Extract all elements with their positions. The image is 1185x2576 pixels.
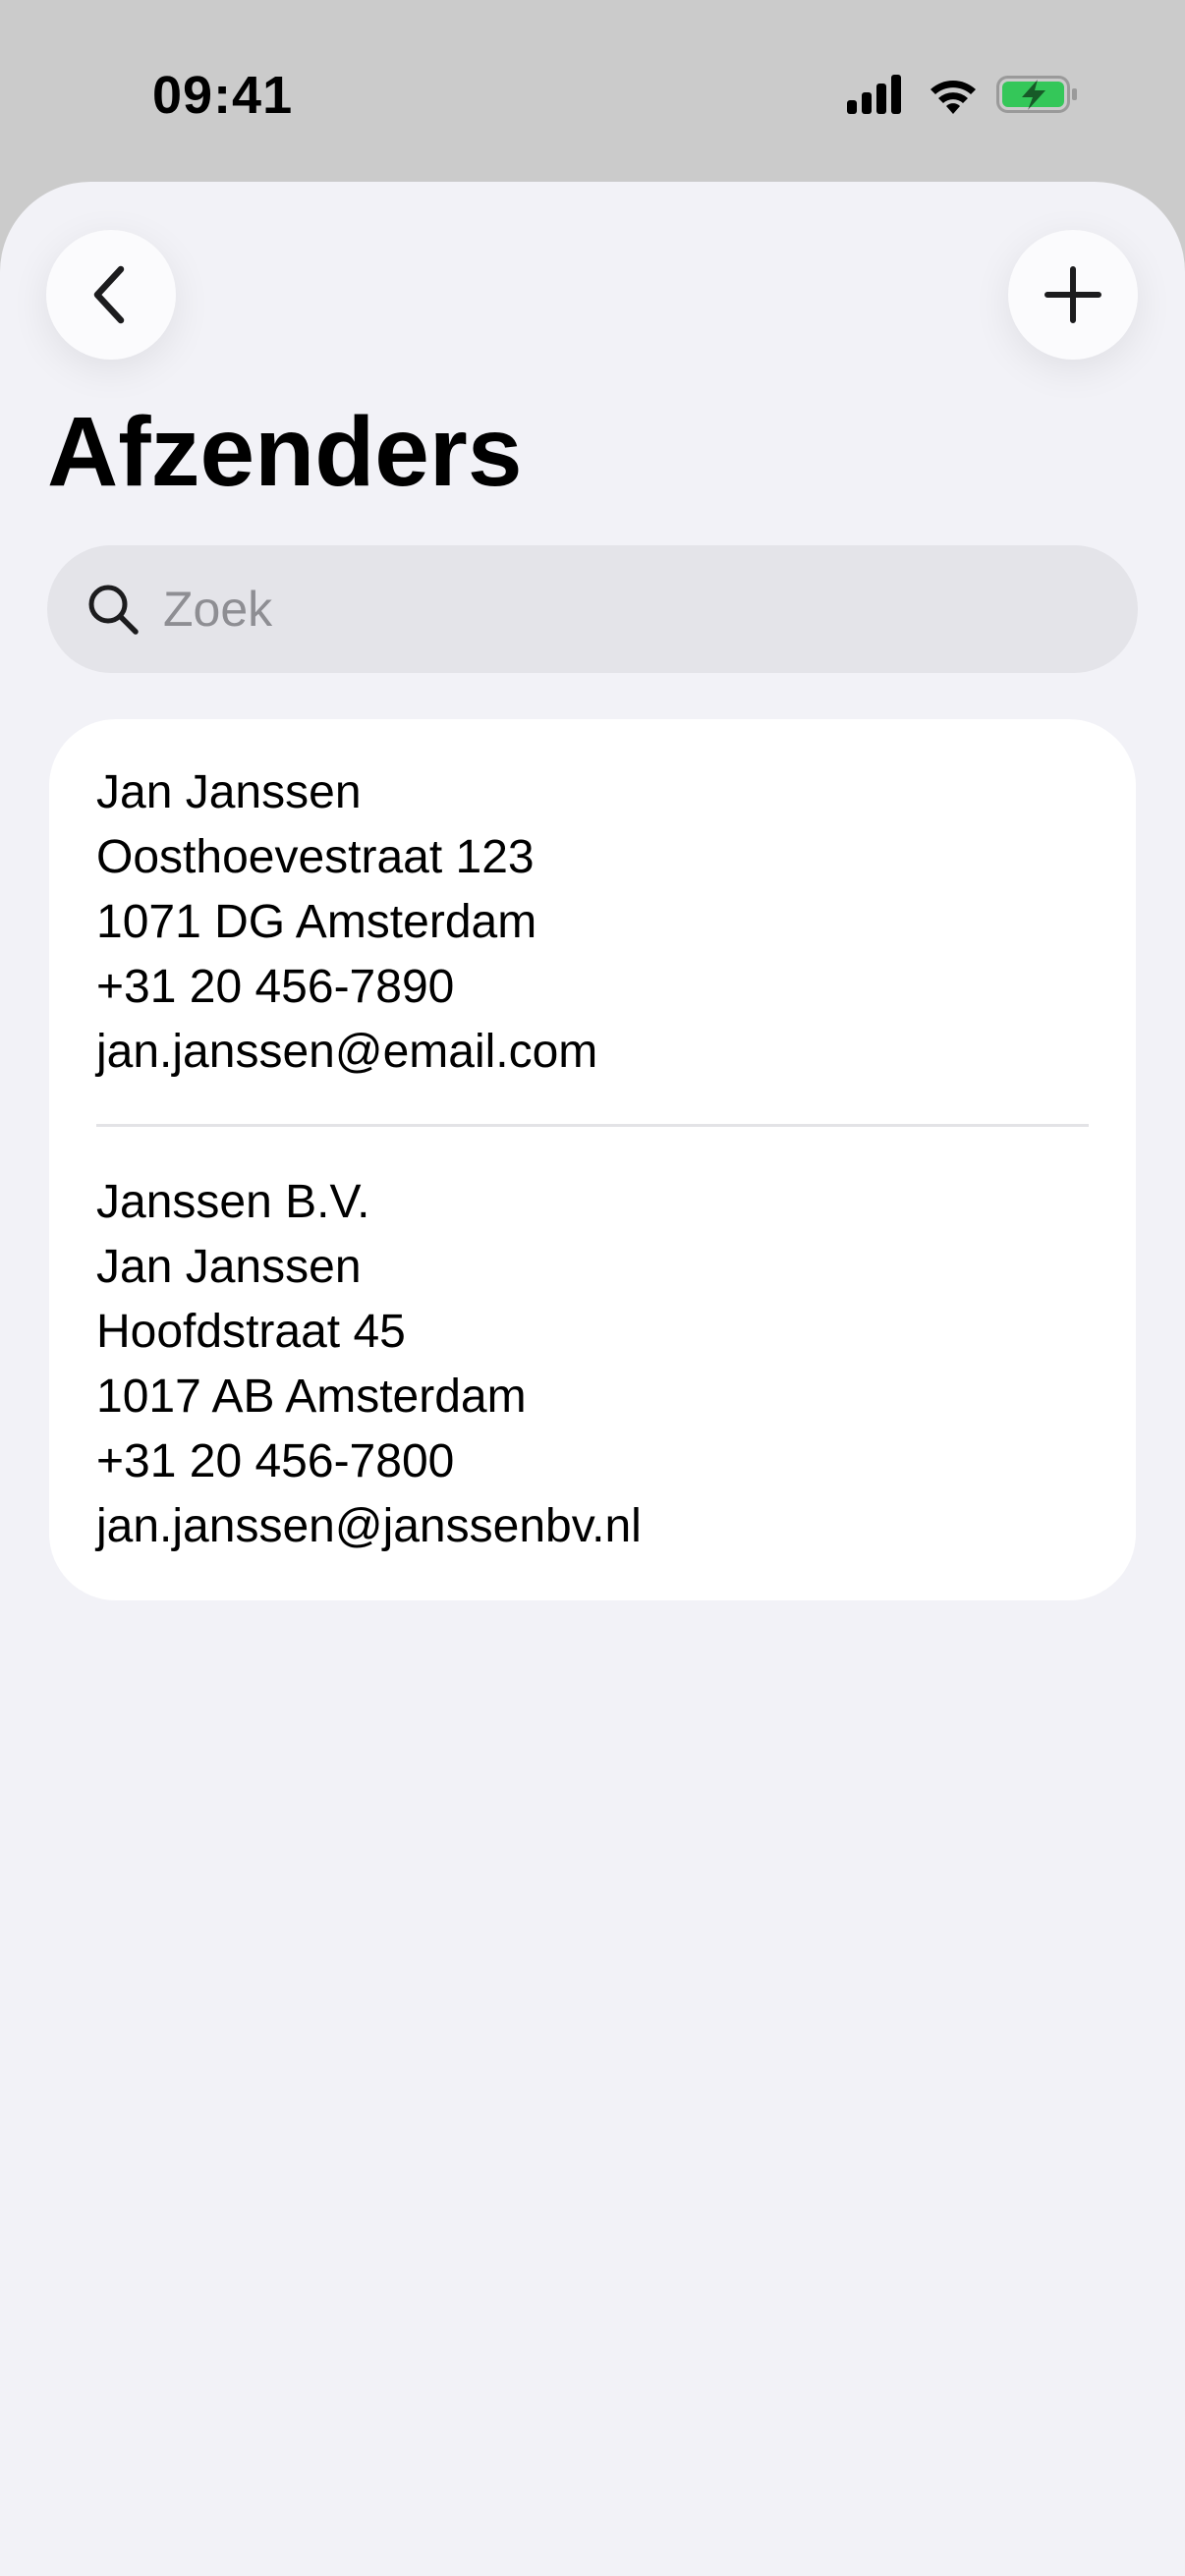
status-bar: 09:41 <box>0 0 1185 187</box>
add-button[interactable] <box>1008 230 1138 360</box>
cellular-signal-icon <box>847 75 901 114</box>
senders-list: Jan Janssen Oosthoevestraat 123 1071 DG … <box>49 719 1136 1600</box>
search-icon <box>88 585 139 635</box>
search-input[interactable] <box>163 545 1106 673</box>
sender-email: jan.janssen@janssenbv.nl <box>96 1500 642 1552</box>
list-item[interactable]: Janssen B.V. Jan Janssen Hoofdstraat 45 … <box>49 1127 1136 1600</box>
sender-phone: +31 20 456-7890 <box>96 961 455 1013</box>
sender-email: jan.janssen@email.com <box>96 1026 598 1078</box>
sender-street: Oosthoevestraat 123 <box>96 831 535 883</box>
plus-icon <box>1044 266 1101 323</box>
sender-phone: +31 20 456-7800 <box>96 1435 455 1487</box>
sheet: Afzenders Jan Janssen Oosthoevestraat 12… <box>0 182 1185 2576</box>
sender-street: Hoofdstraat 45 <box>96 1306 406 1358</box>
sender-city: 1017 AB Amsterdam <box>96 1371 527 1423</box>
back-button[interactable] <box>46 230 176 360</box>
list-item[interactable]: Jan Janssen Oosthoevestraat 123 1071 DG … <box>49 719 1136 1124</box>
search-bar[interactable] <box>47 545 1138 673</box>
sender-name: Jan Janssen <box>96 1241 362 1293</box>
chevron-left-icon <box>93 265 125 324</box>
battery-charging-icon <box>996 76 1077 113</box>
sender-city: 1071 DG Amsterdam <box>96 896 537 948</box>
status-time: 09:41 <box>152 66 294 125</box>
sender-company: Janssen B.V. <box>96 1176 370 1228</box>
sender-name: Jan Janssen <box>96 766 362 818</box>
status-icons <box>847 75 1077 114</box>
wifi-icon <box>931 81 976 114</box>
page-title: Afzenders <box>47 397 523 507</box>
